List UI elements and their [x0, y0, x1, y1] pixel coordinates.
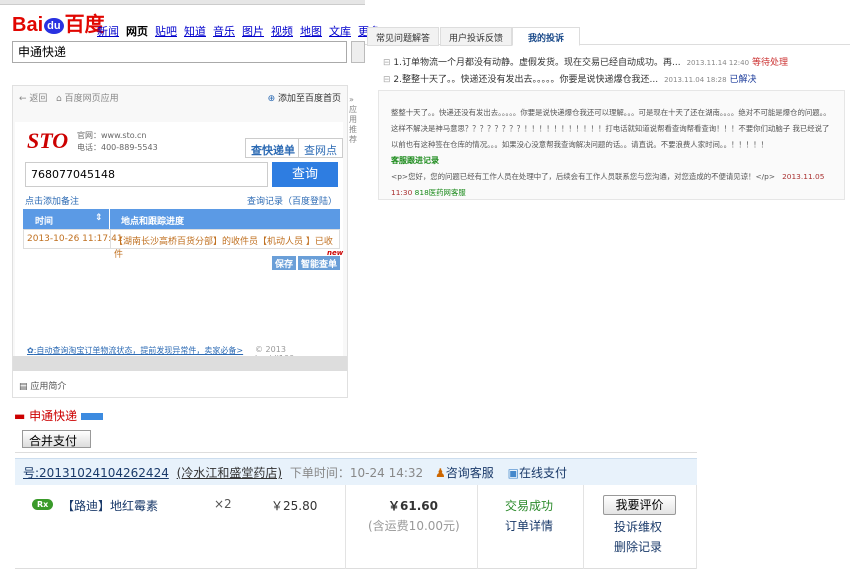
nav-wenku[interactable]: 文库 — [329, 23, 351, 39]
rx-badge: Rx — [32, 499, 54, 510]
merge-pay-button[interactable]: 合并支付 — [22, 430, 91, 448]
service-link[interactable]: ♟咨询客服 — [435, 466, 494, 480]
nav-video[interactable]: 视频 — [271, 23, 293, 39]
order-time-label: 下单时间： — [289, 466, 350, 480]
complaint-item[interactable]: ⊟ 2.整整十天了。。快递还没有发出去。。。。。你要是说快递爆仓我还... 201… — [383, 72, 756, 85]
complain-link[interactable]: 投诉维权 — [614, 518, 662, 535]
collapse-icon[interactable]: ⊟ — [383, 75, 391, 85]
order-detail-link[interactable]: 订单详情 — [505, 517, 553, 534]
tab-my-complaints[interactable]: 我的投诉 — [512, 27, 580, 46]
widget-header: ← 返回 ⌂ 百度网页应用 ⊕ 添加至百度首页 — [13, 86, 347, 108]
complaint-item[interactable]: ⊟ 1.订单物流一个月都没有动静。虚假发货。现在交易已经自动成功。再... 201… — [383, 55, 788, 68]
nav-news[interactable]: 新闻 — [97, 23, 119, 39]
complaint-tabs: 常见问题解答 用户投诉反馈 我的投诉 — [365, 25, 850, 46]
pay-icon: ▣ — [507, 466, 519, 480]
order-panel: 合并支付 号:20131024104262424 (冷水江和盛堂药店) 下单时间… — [15, 425, 697, 570]
save-button[interactable]: 保存 — [272, 256, 297, 270]
reply-text: <p>您好，您的问题已经有工作人员在处理中了，后续会有工作人员联系您与您沟通，对… — [391, 172, 776, 181]
tracking-row: 2013-10-26 11:17:41 【湖南长沙高桥百货分部】的收件员【机动人… — [23, 229, 340, 260]
kuaidi-widget: ← 返回 ⌂ 百度网页应用 ⊕ 添加至百度首页 STO 官网：www.sto.c… — [12, 85, 348, 398]
promo-link[interactable]: ✿:自动查询淘宝订单物流状态，提前发现异常件，卖家必备> — [27, 345, 243, 356]
nav-web[interactable]: 网页 — [126, 23, 148, 39]
app-intro[interactable]: ▤ 应用简介 — [13, 371, 347, 397]
complaint-detail: 整整十天了。。快递还没有发出去。。。。。你要是说快递爆仓我还可以理解。。。可是现… — [378, 90, 845, 200]
shop-link[interactable]: (冷水江和盛堂药店) — [177, 466, 282, 480]
smart-query-button[interactable]: 智能查单 — [298, 256, 341, 270]
order-header: 号:20131024104262424 (冷水江和盛堂药店) 下单时间：10-2… — [15, 458, 697, 485]
tracking-table-header: 时间 ⇕ 地点和跟踪进度 — [23, 209, 340, 229]
result-badge — [81, 413, 104, 420]
nav-zhidao[interactable]: 知道 — [184, 23, 206, 39]
sto-site: 官网：www.sto.cn — [77, 131, 147, 140]
product-link[interactable]: 【路迪】地红霉素 — [62, 497, 158, 514]
nav-map[interactable]: 地图 — [300, 23, 322, 39]
add-home-link[interactable]: ⊕ 添加至百度首页 — [268, 91, 341, 104]
online-pay-link[interactable]: ▣在线支付 — [508, 466, 567, 480]
result-icon: ▬ — [14, 409, 26, 423]
doc-icon: ▤ — [19, 382, 28, 392]
nav-tieba[interactable]: 贴吧 — [155, 23, 177, 39]
tab-outlet[interactable]: 查网点 — [298, 138, 343, 158]
delete-record-link[interactable]: 删除记录 — [614, 538, 662, 555]
trade-status: 交易成功 — [505, 499, 554, 513]
total-price: ￥61.60 — [388, 499, 438, 513]
qq-icon: ♟ — [434, 466, 446, 480]
baidu-nav: 新闻 网页 贴吧 知道 音乐 图片 视频 地图 文库 更多» — [97, 23, 387, 39]
complaint-text: 整整十天了。。快递还没有发出去。。。。。你要是说快递爆仓我还可以理解。。。可是现… — [391, 108, 831, 149]
nav-music[interactable]: 音乐 — [213, 23, 235, 39]
record-title: 客服跟进记录 — [391, 156, 439, 165]
sto-logo: STO — [27, 128, 69, 153]
order-number-link[interactable]: 号:20131024104262424 — [23, 466, 169, 480]
reply-by: 818医药网客服 — [414, 188, 466, 197]
col-time[interactable]: 时间 — [35, 214, 53, 227]
unit-price: ￥25.80 — [271, 499, 318, 513]
expand-icon[interactable]: ⊟ — [383, 58, 391, 68]
tracking-number-input[interactable]: 768077045148 — [25, 162, 268, 187]
gear-icon: ✿ — [27, 346, 34, 355]
add-note-link[interactable]: 点击添加备注 — [25, 194, 79, 207]
review-button[interactable]: 我要评价 — [603, 495, 676, 515]
query-button[interactable]: 查询 — [272, 162, 338, 187]
partial-result-title[interactable]: ▬ 申通快递 — [14, 409, 104, 423]
row-time: 2013-10-26 11:17:41 — [27, 234, 123, 244]
tab-track[interactable]: 查快递单 — [245, 138, 301, 158]
new-badge: new — [327, 249, 344, 257]
sto-phone: 电话：400-889-5543 — [77, 143, 158, 152]
partial-title-text: 申通快递 — [29, 409, 78, 423]
shipping-fee: (含运费10.00元) — [368, 519, 460, 533]
app-recommend-toggle[interactable]: » 应用推荐 — [349, 95, 358, 145]
quantity: ×2 — [214, 497, 232, 511]
search-input[interactable]: 申通快递 — [12, 41, 347, 63]
tab-faq[interactable]: 常见问题解答 — [367, 27, 440, 46]
sto-panel: STO 官网：www.sto.cn 电话：400-889-5543 查快递单 查网… — [15, 122, 344, 363]
back-link[interactable]: ← 返回 — [19, 94, 47, 104]
sort-icon[interactable]: ⇕ — [95, 213, 103, 223]
col-place: 地点和跟踪进度 — [121, 217, 185, 227]
app-link[interactable]: ⌂ 百度网页应用 — [56, 94, 119, 104]
order-row: Rx 【路迪】地红霉素 ×2 ￥25.80 ￥61.60 (含运费10.00元)… — [15, 485, 697, 569]
tab-feedback[interactable]: 用户投诉反馈 — [440, 27, 513, 46]
search-button[interactable] — [351, 41, 365, 63]
baidu-logo[interactable]: Bai du 百度 — [12, 8, 105, 37]
nav-images[interactable]: 图片 — [242, 23, 264, 39]
browser-top-bar — [0, 0, 365, 5]
order-time: 10-24 14:32 — [349, 466, 424, 480]
history-link[interactable]: 查询记录（百度登陆） — [247, 194, 337, 207]
